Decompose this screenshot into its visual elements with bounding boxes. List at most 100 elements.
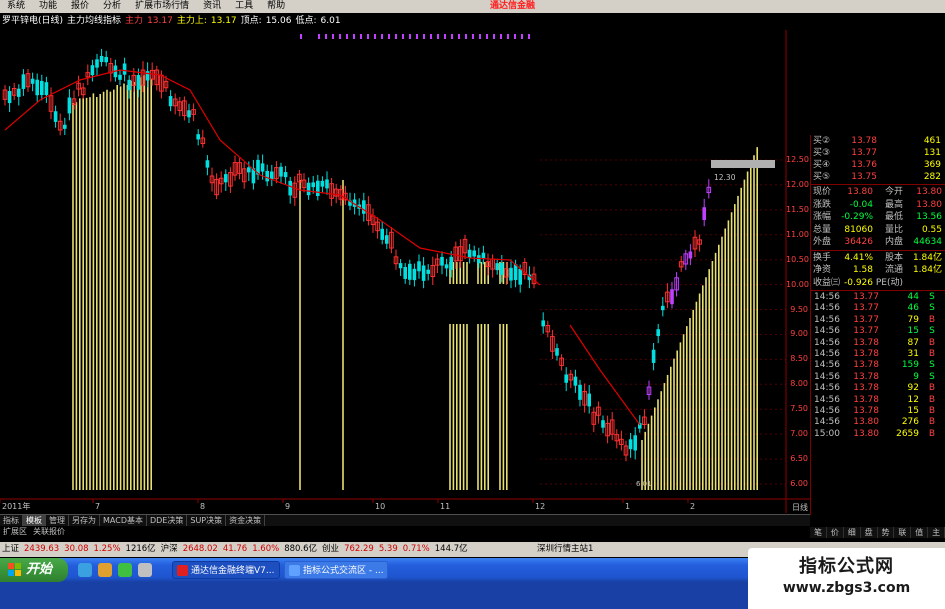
date-tick-label: 9 [285, 502, 290, 511]
quote-tab[interactable]: 盘 [861, 527, 878, 538]
candle-body [362, 200, 366, 214]
signal-marker [360, 34, 362, 39]
candle-body [247, 167, 251, 173]
candle-body [380, 228, 384, 240]
indicator-tab[interactable]: 指标 [0, 515, 23, 526]
tick-side: B [928, 417, 936, 428]
period-label[interactable]: 日线 [786, 502, 810, 513]
signal-marker [346, 34, 348, 39]
tick-time: 14:56 [814, 314, 840, 325]
quicklaunch-desktop-icon[interactable] [118, 563, 132, 577]
tick-side: B [928, 348, 936, 359]
date-tick-label: 7 [95, 502, 100, 511]
tick-price: 13.78 [853, 383, 879, 394]
extension-tab[interactable]: 关联报价 [30, 526, 68, 538]
indicator-tab[interactable]: 管理 [46, 515, 69, 526]
sh-change: 30.08 [64, 544, 89, 554]
tick-row: 15:00 13.80 2659 B [811, 429, 945, 440]
candle-body [495, 263, 499, 271]
candle-body [320, 180, 325, 187]
quote-tab[interactable]: 势 [878, 527, 895, 538]
candle-body [449, 256, 453, 270]
signal-marker [300, 34, 302, 39]
date-tick-label: 2 [690, 502, 695, 511]
quote-tab[interactable]: 价 [827, 527, 844, 538]
tick-time: 14:56 [814, 371, 840, 382]
candle-body [651, 349, 656, 363]
quicklaunch-media-icon[interactable] [98, 563, 112, 577]
candle-body [136, 75, 141, 90]
indicator-tab[interactable]: 另存为 [69, 515, 100, 526]
indicator-tab[interactable]: 资金决策 [226, 515, 266, 526]
start-button[interactable]: 开始 [0, 558, 68, 582]
quote-tab[interactable]: 联 [894, 527, 912, 538]
candle-body [265, 170, 269, 182]
candle-body [688, 251, 693, 259]
sz-label: 沪深 [160, 544, 178, 554]
quote-tab[interactable]: 值 [911, 527, 929, 538]
tick-price: 13.80 [853, 428, 879, 439]
price-tick-label: 12.00 [786, 179, 809, 189]
tick-side: B [928, 337, 936, 348]
windows-flag-icon [8, 563, 21, 576]
quote-tab[interactable]: 细 [844, 527, 861, 538]
candle-body [104, 56, 108, 63]
sz-change: 41.76 [222, 544, 248, 554]
price-tick-label: 12.50 [786, 155, 809, 164]
quicklaunch-app-icon[interactable] [138, 563, 152, 577]
candle-body [168, 96, 173, 107]
tick-side: S [929, 292, 935, 302]
taskbar-item-tdx[interactable]: 通达信金融终端V7... [172, 561, 280, 579]
candle-body [306, 182, 311, 196]
tick-volume: 79 [907, 314, 919, 325]
stat-value: 13.56 [916, 212, 942, 222]
signal-marker [402, 34, 404, 39]
bid-volume: 369 [923, 160, 941, 170]
stat-value: 13.80 [847, 187, 873, 197]
candle-body [21, 74, 26, 89]
indicator-tab[interactable]: DDE决策 [147, 515, 188, 526]
bid-row: 买⑤ 13.75 282 [811, 171, 945, 183]
stat-value: 44634 [913, 237, 942, 247]
stat-value [903, 277, 945, 290]
tick-time: 14:56 [814, 360, 840, 371]
taskbar-item-forum[interactable]: 指标公式交流区 - ... [284, 561, 388, 579]
extension-tab[interactable]: 扩展区 [0, 526, 30, 538]
tick-price: 13.78 [853, 394, 879, 405]
candle-body [578, 384, 582, 400]
indicator-tab[interactable]: MACD基本 [100, 515, 147, 526]
candle-body [283, 172, 288, 178]
signal-marker [416, 34, 418, 39]
tick-time: 14:56 [814, 383, 840, 394]
quote-tab[interactable]: 主 [928, 527, 945, 538]
site-watermark: 指标公式网 www.zbgs3.com [748, 548, 945, 609]
tick-row: 14:56 13.78 9 S [811, 372, 945, 383]
candle-body [288, 180, 292, 196]
stat-value: 13.80 [916, 187, 942, 197]
stat-label: 涨幅 [813, 212, 832, 222]
stat-label: 现价 [813, 187, 832, 197]
stat-value: -0.29% [841, 212, 873, 222]
stat-value: 1.84亿 [912, 252, 942, 263]
tick-side: B [928, 383, 936, 394]
bid-row: 买④ 13.76 369 [811, 159, 945, 171]
quicklaunch-ie-icon[interactable] [78, 563, 92, 577]
bid-label: 买⑤ [813, 172, 831, 182]
quote-tab[interactable]: 笔 [810, 527, 827, 538]
indicator-tab[interactable]: 模板 [23, 515, 46, 526]
candle-body [35, 79, 39, 96]
date-tick-label: 2011年 [2, 501, 30, 511]
candle-body [311, 182, 315, 188]
price-axis: 12.50 12.00 11.50 11.00 10.50 10.00 9.50 9.00 8.… [786, 0, 810, 520]
price-tick-label: 8.00 [790, 379, 808, 389]
tick-row: 14:56 13.78 87 B [811, 338, 945, 349]
candle-body [53, 111, 58, 122]
stat-label: 股本 [884, 252, 903, 263]
candle-body [518, 268, 522, 285]
tick-row: 14:56 13.77 44 S [811, 292, 945, 303]
tick-row: 14:56 13.78 15 B [811, 406, 945, 417]
indicator-tab[interactable]: SUP决策 [187, 515, 227, 526]
extension-tab-bar: 扩展区 关联报价 [0, 526, 810, 538]
candle-body [385, 235, 389, 244]
candle-body [421, 265, 426, 281]
